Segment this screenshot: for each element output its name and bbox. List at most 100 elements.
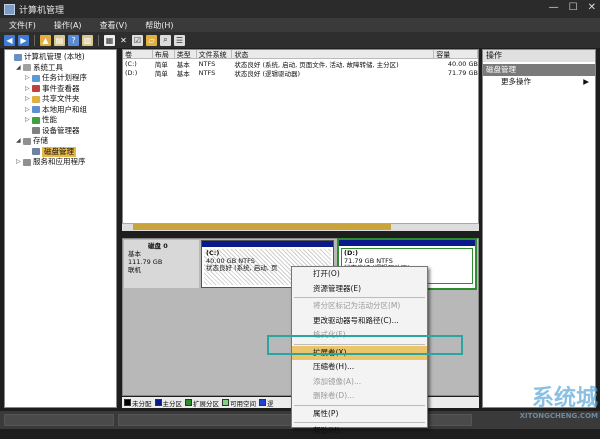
more-actions[interactable]: 更多操作 ▶ bbox=[483, 76, 595, 88]
scrollbar-thumb[interactable] bbox=[133, 224, 391, 230]
volume-cell: 40.00 GB bbox=[447, 59, 478, 68]
context-menu-item[interactable]: 帮助(H) bbox=[292, 424, 427, 439]
watermark-subtext: XITONGCHENG.COM bbox=[519, 412, 598, 420]
context-menu-item[interactable]: 资源管理器(E) bbox=[292, 282, 427, 297]
legend-swatch bbox=[222, 398, 229, 406]
column-header-capacity[interactable]: 容量 bbox=[434, 50, 479, 58]
open-folder-icon[interactable]: ▱ bbox=[146, 34, 157, 46]
disk-0-info[interactable]: 磁盘 0 基本 111.79 GB 联机 bbox=[124, 240, 199, 288]
tree-item[interactable]: ◢ 存储 bbox=[7, 136, 114, 147]
volume-rows: (C:) 简单 基本 NTFS 状态良好 (系统, 启动, 页面文件, 活动, 故障转储… bbox=[123, 59, 478, 78]
properties-icon[interactable]: ▦ bbox=[104, 34, 115, 46]
title-bar: 计算机管理 — ☐ ✕ bbox=[0, 0, 600, 18]
watermark-text: 系统城 bbox=[531, 386, 598, 411]
legend-item: 逻 bbox=[259, 398, 274, 408]
actions-section-disk-management[interactable]: 磁盘管理 bbox=[483, 64, 595, 76]
volume-cell: NTFS bbox=[198, 59, 216, 68]
legend-swatch bbox=[154, 398, 162, 406]
menu-separator bbox=[294, 404, 425, 406]
context-menu-item[interactable]: 更改驱动器号和路径(C)... bbox=[292, 314, 427, 329]
window-title: 计算机管理 bbox=[19, 5, 65, 16]
tree-item[interactable]: ▷ 服务和应用程序 bbox=[7, 157, 114, 168]
menu-separator bbox=[294, 297, 425, 298]
column-header-status[interactable]: 状态 bbox=[232, 50, 435, 58]
volume-cell: (C:) bbox=[125, 59, 137, 68]
help-icon[interactable]: ? bbox=[68, 34, 79, 46]
logical-drive-bar bbox=[339, 240, 475, 246]
services-icon bbox=[23, 158, 31, 166]
volume-row[interactable]: (D:) 简单 基本 NTFS 状态良好 (逻辑驱动器) 71.79 GB bbox=[123, 68, 478, 78]
actions-pane: 操作 磁盘管理 更多操作 ▶ bbox=[482, 49, 596, 408]
legend-item: 未分配 bbox=[124, 398, 152, 408]
tree-item[interactable]: 计算机管理 (本地) bbox=[7, 52, 114, 63]
tree-item[interactable]: ▷ 共享文件夹 bbox=[7, 94, 114, 105]
menu-view[interactable]: 查看(V) bbox=[91, 20, 137, 31]
tree-item[interactable]: 磁盘管理 bbox=[7, 146, 114, 157]
expander-icon[interactable]: ▷ bbox=[25, 73, 32, 84]
context-menu-item: 将分区标记为活动分区(M) bbox=[313, 301, 401, 310]
column-header-layout[interactable]: 布局 bbox=[153, 50, 175, 58]
tree-item-label: 设备管理器 bbox=[42, 125, 80, 135]
volume-cell: 基本 bbox=[176, 69, 190, 78]
show-hide-action-icon[interactable]: ▥ bbox=[82, 34, 93, 46]
tree-item[interactable]: 设备管理器 bbox=[7, 126, 114, 137]
maximize-button[interactable]: ☐ bbox=[569, 2, 578, 13]
tree-item[interactable]: ◢ 系统工具 bbox=[7, 63, 114, 74]
column-header-type[interactable]: 类型 bbox=[175, 50, 197, 58]
column-header-filesystem[interactable]: 文件系统 bbox=[197, 50, 233, 58]
minimize-button[interactable]: — bbox=[549, 2, 559, 13]
tree-item[interactable]: ▷ 事件查看器 bbox=[7, 84, 114, 95]
menu-help[interactable]: 帮助(H) bbox=[136, 20, 182, 31]
tree-item-label: 共享文件夹 bbox=[42, 94, 80, 103]
primary-partition-bar bbox=[202, 241, 333, 247]
checklist-icon[interactable]: ☑ bbox=[132, 34, 143, 46]
volume-list: 卷 布局 类型 文件系统 状态 容量 (C:) 简单 基本 NTFS 状态良好 (系统,… bbox=[122, 49, 479, 231]
tree-item[interactable]: ▷ 性能 bbox=[7, 115, 114, 126]
actions-header: 操作 bbox=[483, 50, 595, 62]
column-header-volume[interactable]: 卷 bbox=[123, 50, 153, 58]
watermark-logo: 系统城 XITONGCHENG.COM bbox=[478, 380, 598, 428]
delete-icon[interactable]: ✕ bbox=[118, 34, 129, 46]
highlight-annotation bbox=[267, 335, 463, 355]
menu-action[interactable]: 操作(A) bbox=[45, 20, 91, 31]
legend-label: 未分配 bbox=[132, 399, 152, 408]
context-menu-item[interactable]: 属性(P) bbox=[292, 407, 427, 422]
toolbar-separator bbox=[34, 34, 35, 46]
tools-icon bbox=[23, 64, 31, 72]
expander-icon[interactable]: ▷ bbox=[25, 115, 32, 126]
status-pane-2 bbox=[118, 414, 318, 426]
tree-item[interactable]: ▷ 任务计划程序 bbox=[7, 73, 114, 84]
more-actions-label: 更多操作 bbox=[501, 77, 531, 86]
legend-label: 主分区 bbox=[162, 399, 183, 408]
volume-cell: 状态良好 (逻辑驱动器) bbox=[234, 69, 301, 78]
forward-icon[interactable]: ▶ bbox=[18, 34, 29, 46]
expander-icon[interactable]: ▷ bbox=[25, 84, 32, 95]
legend-swatch bbox=[259, 398, 266, 406]
context-menu-item[interactable]: 压缩卷(H)... bbox=[292, 360, 427, 375]
menu-bar: 文件(F) 操作(A) 查看(V) 帮助(H) bbox=[0, 18, 600, 32]
performance-icon bbox=[32, 116, 40, 124]
close-button[interactable]: ✕ bbox=[588, 2, 596, 13]
expander-icon[interactable]: ▷ bbox=[25, 94, 32, 105]
users-icon bbox=[32, 106, 40, 114]
folder-up-icon[interactable]: ▲ bbox=[40, 34, 51, 46]
expander-icon[interactable]: ◢ bbox=[16, 136, 23, 147]
list-view-icon[interactable]: ☰ bbox=[174, 34, 185, 46]
menu-file[interactable]: 文件(F) bbox=[0, 20, 45, 31]
legend-item: 可用空间 bbox=[222, 398, 256, 408]
disk-icon bbox=[32, 148, 40, 156]
tree-item-label: 事件查看器 bbox=[42, 83, 80, 93]
search-icon[interactable]: ⌕ bbox=[160, 34, 171, 46]
volume-cell: 简单 bbox=[154, 69, 168, 78]
volume-cell: 71.79 GB bbox=[447, 68, 478, 77]
expander-icon[interactable]: ◢ bbox=[16, 63, 23, 74]
context-menu-item[interactable]: 打开(O) bbox=[292, 267, 427, 282]
back-icon[interactable]: ◀ bbox=[4, 34, 15, 46]
show-hide-tree-icon[interactable]: ▤ bbox=[54, 34, 65, 46]
computer-management-icon bbox=[4, 3, 15, 15]
expander-icon[interactable]: ▷ bbox=[25, 105, 32, 116]
tree-item-label: 性能 bbox=[42, 115, 57, 124]
tree-item[interactable]: ▷ 本地用户和组 bbox=[7, 105, 114, 116]
expander-icon[interactable]: ▷ bbox=[16, 157, 23, 168]
legend-swatch bbox=[185, 398, 192, 406]
